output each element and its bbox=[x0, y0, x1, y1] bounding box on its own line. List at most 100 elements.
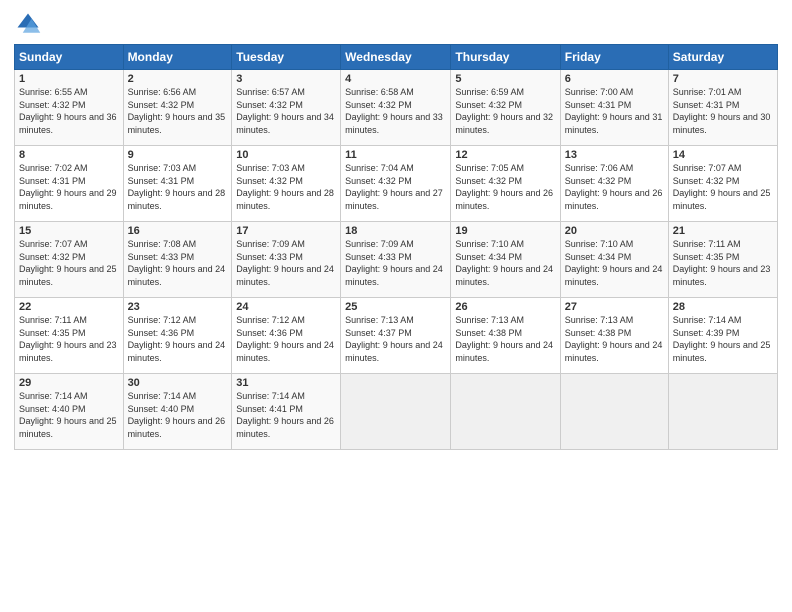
calendar-cell: 7Sunrise: 7:01 AMSunset: 4:31 PMDaylight… bbox=[668, 70, 777, 146]
logo-icon bbox=[14, 10, 42, 38]
calendar-cell bbox=[560, 374, 668, 450]
day-info: Sunrise: 6:58 AMSunset: 4:32 PMDaylight:… bbox=[345, 86, 446, 136]
day-info: Sunrise: 6:59 AMSunset: 4:32 PMDaylight:… bbox=[455, 86, 555, 136]
day-info: Sunrise: 7:05 AMSunset: 4:32 PMDaylight:… bbox=[455, 162, 555, 212]
calendar-cell: 15Sunrise: 7:07 AMSunset: 4:32 PMDayligh… bbox=[15, 222, 124, 298]
day-number: 16 bbox=[128, 225, 228, 237]
calendar-cell: 2Sunrise: 6:56 AMSunset: 4:32 PMDaylight… bbox=[123, 70, 232, 146]
day-number: 24 bbox=[236, 301, 336, 313]
day-number: 3 bbox=[236, 73, 336, 85]
calendar-container: SundayMondayTuesdayWednesdayThursdayFrid… bbox=[0, 0, 792, 612]
calendar-cell: 26Sunrise: 7:13 AMSunset: 4:38 PMDayligh… bbox=[451, 298, 560, 374]
header bbox=[14, 10, 778, 38]
day-number: 27 bbox=[565, 301, 664, 313]
calendar-cell: 29Sunrise: 7:14 AMSunset: 4:40 PMDayligh… bbox=[15, 374, 124, 450]
day-number: 23 bbox=[128, 301, 228, 313]
calendar-cell: 12Sunrise: 7:05 AMSunset: 4:32 PMDayligh… bbox=[451, 146, 560, 222]
day-number: 8 bbox=[19, 149, 119, 161]
calendar-header-row: SundayMondayTuesdayWednesdayThursdayFrid… bbox=[15, 45, 778, 70]
day-info: Sunrise: 7:12 AMSunset: 4:36 PMDaylight:… bbox=[236, 314, 336, 364]
day-number: 11 bbox=[345, 149, 446, 161]
calendar-cell: 11Sunrise: 7:04 AMSunset: 4:32 PMDayligh… bbox=[341, 146, 451, 222]
weekday-header: Tuesday bbox=[232, 45, 341, 70]
day-number: 5 bbox=[455, 73, 555, 85]
day-info: Sunrise: 7:04 AMSunset: 4:32 PMDaylight:… bbox=[345, 162, 446, 212]
day-info: Sunrise: 7:01 AMSunset: 4:31 PMDaylight:… bbox=[673, 86, 773, 136]
day-info: Sunrise: 7:14 AMSunset: 4:41 PMDaylight:… bbox=[236, 390, 336, 440]
day-number: 15 bbox=[19, 225, 119, 237]
calendar-cell: 24Sunrise: 7:12 AMSunset: 4:36 PMDayligh… bbox=[232, 298, 341, 374]
calendar-cell bbox=[341, 374, 451, 450]
day-number: 19 bbox=[455, 225, 555, 237]
calendar-cell: 23Sunrise: 7:12 AMSunset: 4:36 PMDayligh… bbox=[123, 298, 232, 374]
calendar-cell: 18Sunrise: 7:09 AMSunset: 4:33 PMDayligh… bbox=[341, 222, 451, 298]
calendar-cell: 19Sunrise: 7:10 AMSunset: 4:34 PMDayligh… bbox=[451, 222, 560, 298]
day-number: 21 bbox=[673, 225, 773, 237]
day-info: Sunrise: 7:11 AMSunset: 4:35 PMDaylight:… bbox=[19, 314, 119, 364]
calendar-week-row: 8Sunrise: 7:02 AMSunset: 4:31 PMDaylight… bbox=[15, 146, 778, 222]
day-info: Sunrise: 7:13 AMSunset: 4:38 PMDaylight:… bbox=[565, 314, 664, 364]
calendar-cell bbox=[451, 374, 560, 450]
day-number: 14 bbox=[673, 149, 773, 161]
day-info: Sunrise: 7:07 AMSunset: 4:32 PMDaylight:… bbox=[19, 238, 119, 288]
day-number: 10 bbox=[236, 149, 336, 161]
weekday-header: Wednesday bbox=[341, 45, 451, 70]
calendar-cell bbox=[668, 374, 777, 450]
calendar-cell: 31Sunrise: 7:14 AMSunset: 4:41 PMDayligh… bbox=[232, 374, 341, 450]
day-info: Sunrise: 7:10 AMSunset: 4:34 PMDaylight:… bbox=[455, 238, 555, 288]
calendar-cell: 16Sunrise: 7:08 AMSunset: 4:33 PMDayligh… bbox=[123, 222, 232, 298]
weekday-header: Sunday bbox=[15, 45, 124, 70]
day-info: Sunrise: 7:06 AMSunset: 4:32 PMDaylight:… bbox=[565, 162, 664, 212]
calendar-cell: 4Sunrise: 6:58 AMSunset: 4:32 PMDaylight… bbox=[341, 70, 451, 146]
calendar-cell: 10Sunrise: 7:03 AMSunset: 4:32 PMDayligh… bbox=[232, 146, 341, 222]
calendar-week-row: 1Sunrise: 6:55 AMSunset: 4:32 PMDaylight… bbox=[15, 70, 778, 146]
weekday-header: Saturday bbox=[668, 45, 777, 70]
day-number: 4 bbox=[345, 73, 446, 85]
day-number: 2 bbox=[128, 73, 228, 85]
day-info: Sunrise: 6:55 AMSunset: 4:32 PMDaylight:… bbox=[19, 86, 119, 136]
calendar-cell: 9Sunrise: 7:03 AMSunset: 4:31 PMDaylight… bbox=[123, 146, 232, 222]
day-info: Sunrise: 7:07 AMSunset: 4:32 PMDaylight:… bbox=[673, 162, 773, 212]
calendar-cell: 17Sunrise: 7:09 AMSunset: 4:33 PMDayligh… bbox=[232, 222, 341, 298]
day-info: Sunrise: 7:10 AMSunset: 4:34 PMDaylight:… bbox=[565, 238, 664, 288]
weekday-header: Monday bbox=[123, 45, 232, 70]
day-info: Sunrise: 7:02 AMSunset: 4:31 PMDaylight:… bbox=[19, 162, 119, 212]
day-number: 12 bbox=[455, 149, 555, 161]
calendar-cell: 30Sunrise: 7:14 AMSunset: 4:40 PMDayligh… bbox=[123, 374, 232, 450]
day-info: Sunrise: 7:09 AMSunset: 4:33 PMDaylight:… bbox=[236, 238, 336, 288]
calendar-cell: 6Sunrise: 7:00 AMSunset: 4:31 PMDaylight… bbox=[560, 70, 668, 146]
day-info: Sunrise: 7:14 AMSunset: 4:40 PMDaylight:… bbox=[19, 390, 119, 440]
day-number: 13 bbox=[565, 149, 664, 161]
day-info: Sunrise: 7:14 AMSunset: 4:40 PMDaylight:… bbox=[128, 390, 228, 440]
calendar-week-row: 22Sunrise: 7:11 AMSunset: 4:35 PMDayligh… bbox=[15, 298, 778, 374]
day-info: Sunrise: 6:57 AMSunset: 4:32 PMDaylight:… bbox=[236, 86, 336, 136]
weekday-header: Friday bbox=[560, 45, 668, 70]
logo bbox=[14, 10, 46, 38]
day-info: Sunrise: 7:03 AMSunset: 4:32 PMDaylight:… bbox=[236, 162, 336, 212]
day-number: 18 bbox=[345, 225, 446, 237]
calendar-cell: 28Sunrise: 7:14 AMSunset: 4:39 PMDayligh… bbox=[668, 298, 777, 374]
calendar-cell: 8Sunrise: 7:02 AMSunset: 4:31 PMDaylight… bbox=[15, 146, 124, 222]
calendar-cell: 1Sunrise: 6:55 AMSunset: 4:32 PMDaylight… bbox=[15, 70, 124, 146]
day-info: Sunrise: 7:14 AMSunset: 4:39 PMDaylight:… bbox=[673, 314, 773, 364]
day-info: Sunrise: 7:08 AMSunset: 4:33 PMDaylight:… bbox=[128, 238, 228, 288]
calendar-week-row: 15Sunrise: 7:07 AMSunset: 4:32 PMDayligh… bbox=[15, 222, 778, 298]
day-number: 7 bbox=[673, 73, 773, 85]
day-number: 26 bbox=[455, 301, 555, 313]
calendar-cell: 22Sunrise: 7:11 AMSunset: 4:35 PMDayligh… bbox=[15, 298, 124, 374]
calendar-week-row: 29Sunrise: 7:14 AMSunset: 4:40 PMDayligh… bbox=[15, 374, 778, 450]
day-info: Sunrise: 7:09 AMSunset: 4:33 PMDaylight:… bbox=[345, 238, 446, 288]
calendar-cell: 5Sunrise: 6:59 AMSunset: 4:32 PMDaylight… bbox=[451, 70, 560, 146]
day-info: Sunrise: 7:03 AMSunset: 4:31 PMDaylight:… bbox=[128, 162, 228, 212]
day-info: Sunrise: 7:12 AMSunset: 4:36 PMDaylight:… bbox=[128, 314, 228, 364]
calendar-table: SundayMondayTuesdayWednesdayThursdayFrid… bbox=[14, 44, 778, 450]
calendar-cell: 20Sunrise: 7:10 AMSunset: 4:34 PMDayligh… bbox=[560, 222, 668, 298]
calendar-cell: 3Sunrise: 6:57 AMSunset: 4:32 PMDaylight… bbox=[232, 70, 341, 146]
day-number: 1 bbox=[19, 73, 119, 85]
day-number: 9 bbox=[128, 149, 228, 161]
day-number: 20 bbox=[565, 225, 664, 237]
day-number: 28 bbox=[673, 301, 773, 313]
day-number: 17 bbox=[236, 225, 336, 237]
day-number: 22 bbox=[19, 301, 119, 313]
day-number: 25 bbox=[345, 301, 446, 313]
